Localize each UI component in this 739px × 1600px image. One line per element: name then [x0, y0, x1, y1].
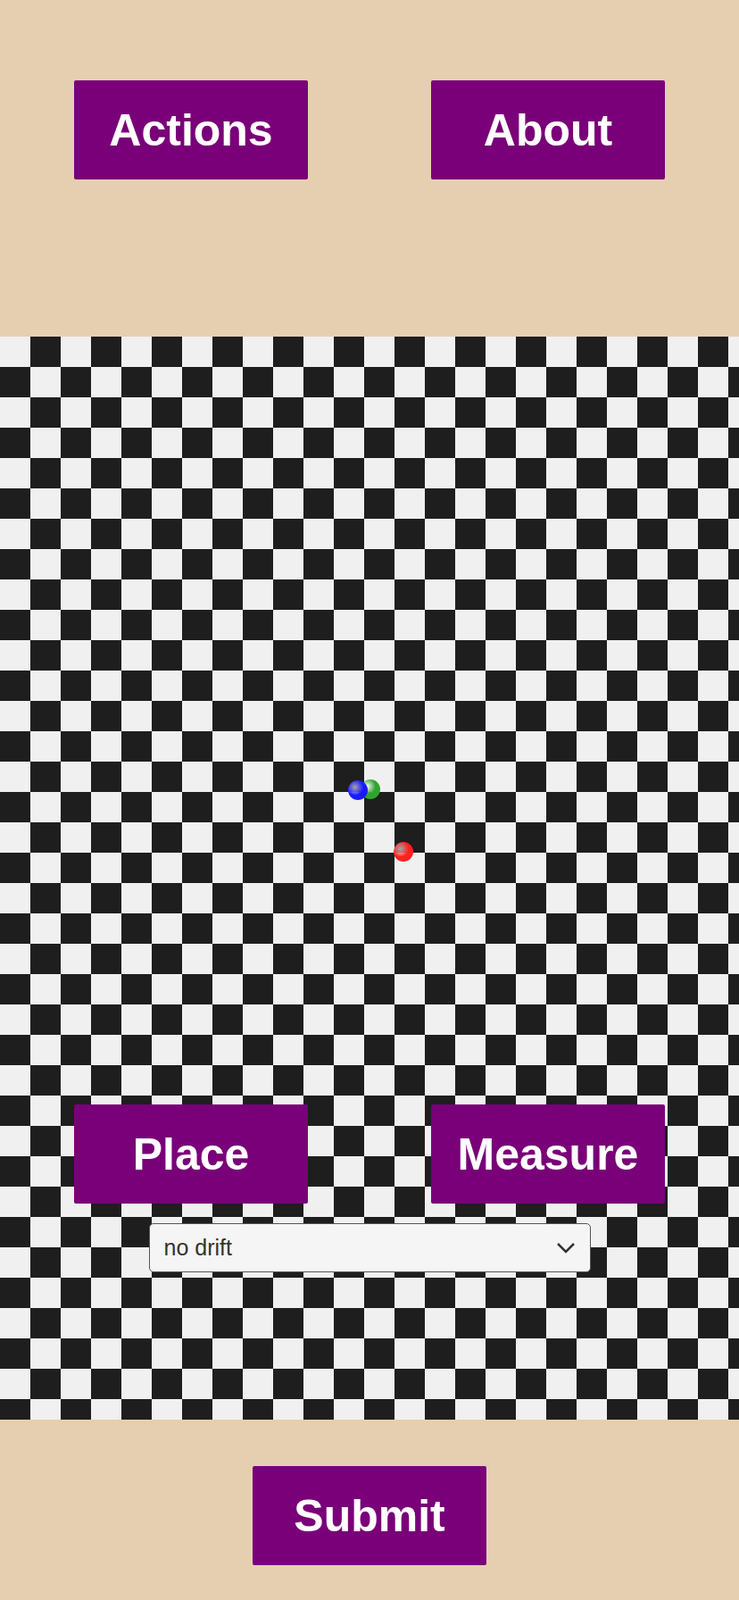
- bottom-controls: Place Measure no drift Submit: [0, 1104, 739, 1565]
- submit-button[interactable]: Submit: [252, 1465, 487, 1565]
- anchor-marker: [393, 841, 414, 862]
- action-button[interactable]: Measure: [431, 1104, 665, 1204]
- top-button[interactable]: Actions: [74, 80, 308, 180]
- top-bar: Actions About: [0, 0, 739, 180]
- ar-screen: Actions About Place Measure no drift Submit: [0, 0, 739, 1600]
- action-button[interactable]: Place: [74, 1104, 308, 1204]
- chevron-down-icon: [556, 1241, 576, 1254]
- anchor-marker: [348, 780, 368, 800]
- drift-dropdown[interactable]: no drift: [149, 1222, 591, 1272]
- top-button[interactable]: About: [431, 80, 665, 180]
